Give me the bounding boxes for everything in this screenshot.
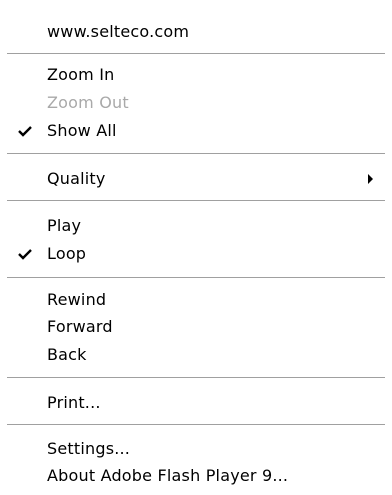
menu-item-label: Rewind — [47, 290, 107, 309]
menu-item-label: Zoom Out — [47, 93, 129, 112]
menu-item-label: Quality — [47, 169, 106, 188]
menu-item-website[interactable]: www.selteco.com — [0, 19, 392, 47]
menu-separator — [7, 53, 385, 55]
menu-item-label: www.selteco.com — [47, 22, 190, 41]
check-icon — [18, 126, 32, 137]
menu-separator — [7, 277, 385, 279]
menu-item-loop[interactable]: Loop — [0, 241, 392, 269]
submenu-arrow-icon — [368, 174, 373, 184]
menu-item-label: Loop — [47, 244, 87, 263]
context-menu: www.selteco.com Zoom In Zoom Out Show Al… — [0, 0, 392, 495]
menu-separator — [7, 424, 385, 426]
menu-separator — [7, 153, 385, 155]
menu-item-zoom-in[interactable]: Zoom In — [0, 62, 392, 90]
check-icon — [18, 249, 32, 260]
menu-item-zoom-out: Zoom Out — [0, 90, 392, 118]
menu-item-back[interactable]: Back — [0, 342, 392, 370]
menu-item-label: Forward — [47, 317, 113, 336]
menu-item-rewind[interactable]: Rewind — [0, 287, 392, 315]
menu-separator — [7, 377, 385, 379]
menu-item-settings[interactable]: Settings... — [0, 436, 392, 464]
menu-item-label: Back — [47, 345, 87, 364]
menu-separator — [7, 200, 385, 202]
menu-item-forward[interactable]: Forward — [0, 314, 392, 342]
menu-item-about[interactable]: About Adobe Flash Player 9... — [0, 463, 392, 491]
menu-item-label: Settings... — [47, 439, 131, 458]
menu-item-print[interactable]: Print... — [0, 390, 392, 418]
menu-item-label: Zoom In — [47, 65, 115, 84]
menu-item-label: About Adobe Flash Player 9... — [47, 466, 289, 485]
menu-item-show-all[interactable]: Show All — [0, 118, 392, 146]
menu-item-play[interactable]: Play — [0, 213, 392, 241]
menu-item-label: Play — [47, 216, 82, 235]
menu-item-label: Show All — [47, 121, 117, 140]
menu-item-quality[interactable]: Quality — [0, 166, 392, 194]
menu-item-label: Print... — [47, 393, 101, 412]
